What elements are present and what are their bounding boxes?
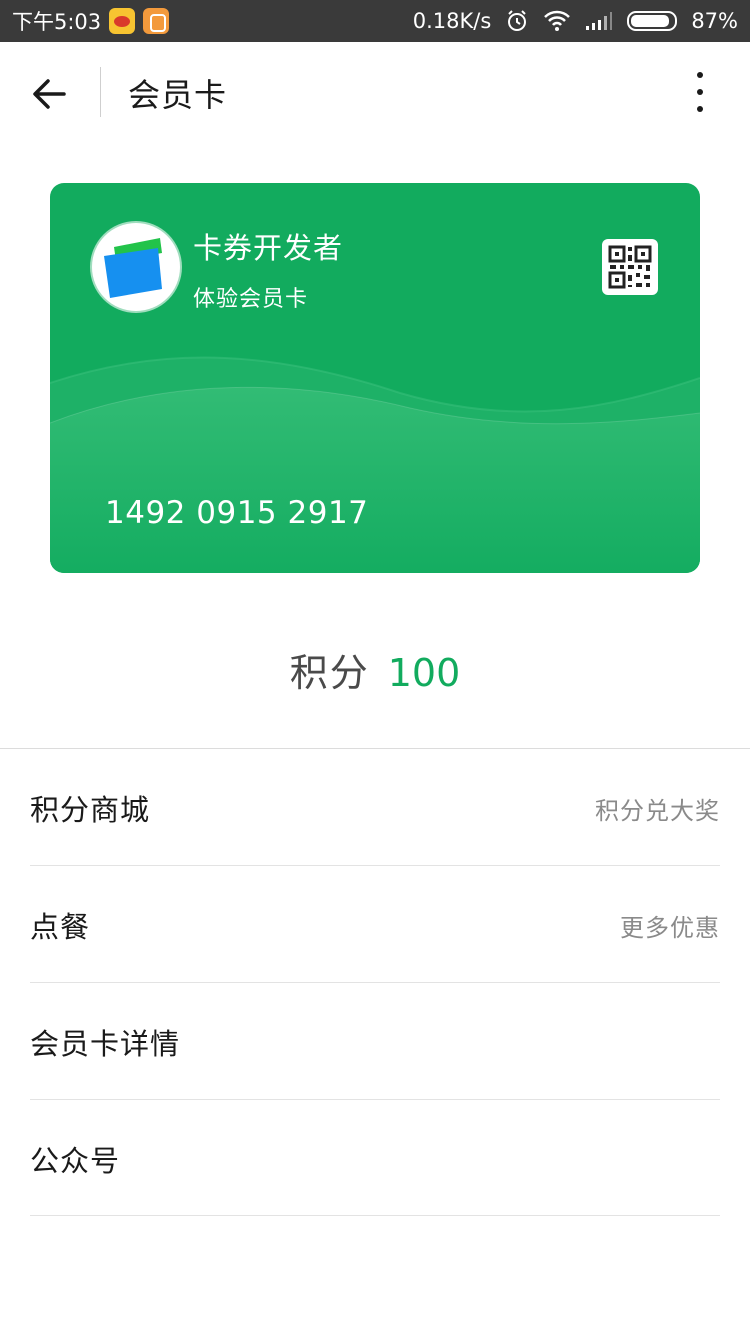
card-type-name: 体验会员卡 [193,287,309,312]
qr-code-icon[interactable] [602,239,658,295]
network-speed: 0.18K/s [412,9,492,33]
card-number: 1492 0915 2917 [105,495,369,531]
menu-item-label: 积分商城 [30,793,151,827]
status-bar-left: 下午5:03 [12,0,170,42]
menu-item-card-details[interactable]: 会员卡详情 [30,983,720,1099]
menu-item-hint: 更多优惠 [620,914,720,942]
status-bar-right: 0.18K/s 87% [413,0,738,42]
brand-logo [92,223,180,311]
wifi-icon [544,10,571,31]
card-brand-name: 卡券开发者 [193,231,344,265]
status-time: 下午5:03 [12,10,102,34]
battery-percent: 87% [691,9,738,33]
back-arrow-icon[interactable] [28,72,72,116]
signal-icon [586,12,613,30]
header-divider [100,67,101,117]
card-wallet-icon [104,238,162,298]
weibo-notification-icon [109,8,136,34]
top-bar: 会员卡 [0,42,750,142]
battery-icon [627,11,678,31]
points-display: 积分 100 [0,642,750,697]
menu-item-label: 公众号 [30,1144,121,1178]
qr-code-graphic [608,245,652,289]
membership-card[interactable]: 卡券开发者 体验会员卡 1492 0915 2917 [50,183,700,573]
page-title: 会员卡 [128,76,228,114]
menu-item-order-food[interactable]: 点餐 更多优惠 [30,866,720,982]
app-notification-icon [143,8,170,34]
alarm-icon [508,10,527,31]
points-label: 积分 [289,651,370,695]
more-options-icon[interactable] [688,70,712,114]
menu-item-hint: 积分兑大奖 [595,797,720,825]
row-divider [30,1215,720,1216]
menu-item-points-mall[interactable]: 积分商城 积分兑大奖 [30,749,720,865]
menu-item-label: 点餐 [30,910,91,944]
menu-item-label: 会员卡详情 [30,1027,181,1061]
status-bar: 下午5:03 0.18K/s 87% [0,0,750,42]
points-value: 100 [387,651,461,695]
menu-item-official-account[interactable]: 公众号 [30,1100,720,1216]
